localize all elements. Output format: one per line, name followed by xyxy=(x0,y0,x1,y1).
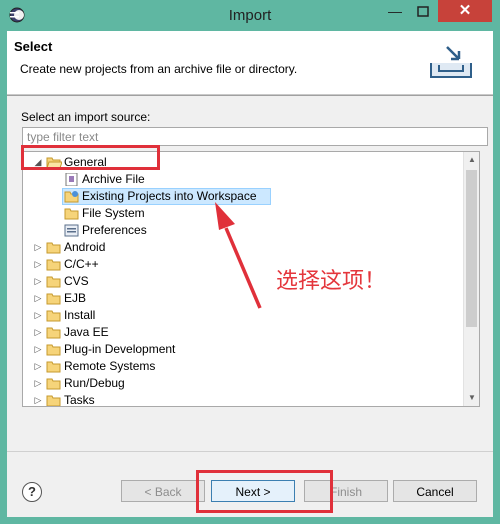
collapsed-arrow-icon[interactable]: ▷ xyxy=(33,392,43,406)
preferences-icon xyxy=(64,224,79,237)
tree-item-label: C/C++ xyxy=(64,257,99,271)
general-highlight-box xyxy=(21,145,160,170)
collapsed-arrow-icon[interactable]: ▷ xyxy=(33,273,43,290)
folder-icon xyxy=(46,378,61,390)
tree-item-label: Java EE xyxy=(64,325,109,339)
scroll-down-icon[interactable]: ▼ xyxy=(464,390,479,406)
folder-icon xyxy=(46,259,61,271)
collapsed-arrow-icon[interactable]: ▷ xyxy=(33,324,43,341)
collapsed-arrow-icon[interactable]: ▷ xyxy=(33,290,43,307)
tree-scrollbar[interactable]: ▲ ▼ xyxy=(463,152,479,406)
tree-item-label: Archive File xyxy=(82,172,145,186)
tree-item-label: Plug-in Development xyxy=(64,342,176,356)
import-dialog: Select Create new projects from an archi… xyxy=(7,31,493,517)
tree-item-label: Remote Systems xyxy=(64,359,156,373)
folder-icon xyxy=(46,276,61,288)
project-import-icon xyxy=(64,191,79,203)
back-button[interactable]: < Back xyxy=(121,480,205,502)
import-wizard-icon xyxy=(430,46,472,78)
title-bar[interactable]: Import — ✕ xyxy=(0,0,500,30)
scroll-thumb[interactable] xyxy=(466,170,477,327)
next-highlight-box xyxy=(196,470,333,513)
tree-item-label: Install xyxy=(64,308,96,322)
folder-icon xyxy=(46,242,61,254)
header-divider xyxy=(7,95,493,96)
folder-icon xyxy=(46,344,61,356)
cancel-button[interactable]: Cancel xyxy=(393,480,477,502)
collapsed-arrow-icon[interactable]: ▷ xyxy=(33,375,43,392)
annotation-text: 选择这项！ xyxy=(276,269,387,294)
tree-item-label: Tasks xyxy=(64,393,95,407)
tree-item-label: Existing Projects into Workspace xyxy=(82,189,257,203)
folder-icon xyxy=(46,361,61,373)
folder-icon xyxy=(46,395,61,406)
tree-item-label: Preferences xyxy=(82,223,147,237)
window-frame: Import — ✕ Select Create new projects fr… xyxy=(0,0,500,524)
collapsed-arrow-icon[interactable]: ▷ xyxy=(33,358,43,375)
tree-item-label: File System xyxy=(82,206,145,220)
filter-input[interactable] xyxy=(22,127,488,146)
footer-divider xyxy=(7,451,493,452)
archive-file-icon xyxy=(65,173,78,186)
folder-icon xyxy=(46,293,61,305)
help-button[interactable]: ? xyxy=(22,482,42,502)
minimize-button[interactable]: — xyxy=(382,2,408,22)
collapsed-arrow-icon[interactable]: ▷ xyxy=(33,256,43,273)
page-description: Create new projects from an archive file… xyxy=(20,62,298,76)
collapsed-arrow-icon[interactable]: ▷ xyxy=(33,307,43,324)
page-title: Select xyxy=(14,39,53,54)
tree-item-label: Run/Debug xyxy=(64,376,125,390)
import-source-label: Select an import source: xyxy=(21,110,151,124)
tree-item-label: Android xyxy=(64,240,106,254)
scroll-up-icon[interactable]: ▲ xyxy=(464,152,479,168)
wizard-header: Select Create new projects from an archi… xyxy=(7,31,493,95)
folder-icon xyxy=(46,310,61,322)
tree-item-label: CVS xyxy=(64,274,89,288)
folder-icon xyxy=(46,327,61,339)
tree-item-label: EJB xyxy=(64,291,87,305)
collapsed-arrow-icon[interactable]: ▷ xyxy=(33,239,43,256)
import-source-tree[interactable]: ◢ General Archive File Existing Projects… xyxy=(22,151,480,407)
maximize-icon xyxy=(417,6,429,17)
maximize-button[interactable] xyxy=(410,2,436,22)
close-button[interactable]: ✕ xyxy=(438,0,492,22)
folder-icon xyxy=(64,208,79,220)
collapsed-arrow-icon[interactable]: ▷ xyxy=(33,341,43,358)
